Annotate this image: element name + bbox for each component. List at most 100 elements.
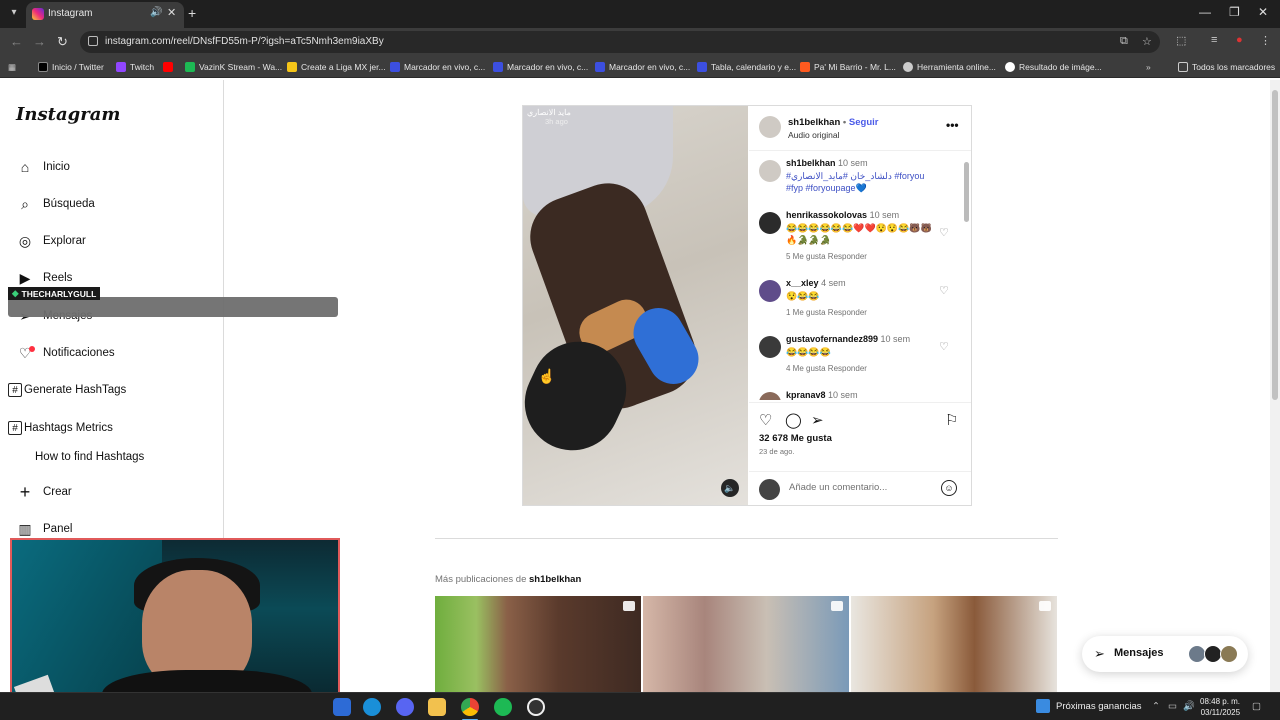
comment-input[interactable] [789,482,929,493]
likes-count[interactable]: 32 678 Me gusta [759,433,832,444]
bookmark-item[interactable]: Twitch [116,60,154,74]
obs-icon[interactable] [527,698,545,716]
volume-icon[interactable]: 🔊 [1183,701,1195,712]
tray-status-icon[interactable]: ▭ [1168,701,1177,712]
avatar[interactable] [759,212,781,234]
comment-hashtags[interactable]: #دلشاد_خان #مايد_الانصاري #foryou #fyp #… [786,171,924,193]
comments-scrollbar[interactable] [962,150,970,400]
bookmark-item[interactable]: VazinK Stream - Wa... [185,60,282,74]
avatar[interactable] [759,392,781,400]
bookmark-item[interactable]: Marcador en vivo, c... [390,60,485,74]
close-tab-icon[interactable]: ✕ [167,6,176,19]
reel-video[interactable]: مايد الانصاري 3h ago 🔈 [523,106,748,505]
back-arrow-icon[interactable]: ← [10,34,23,49]
mute-button[interactable]: 🔈 [721,479,739,497]
minimize-icon[interactable]: — [1199,5,1211,19]
like-heart-icon[interactable]: ♡ [759,411,772,429]
system-clock[interactable]: 08:48 p. m. 03/11/2025 [1200,696,1240,718]
share-send-icon[interactable]: ➢ [811,411,824,429]
emoji-icon[interactable]: ☺ [941,480,957,496]
more-bookmarks-icon[interactable]: » [1146,60,1151,74]
site-info-icon[interactable] [88,36,98,46]
menu-kebab-icon[interactable]: ⋮ [1260,34,1271,47]
bookmark-item[interactable]: Marcador en vivo, c... [595,60,690,74]
all-bookmarks-folder[interactable]: Todos los marcadores [1178,60,1275,74]
more-post-thumbnail[interactable] [851,596,1057,696]
bookmark-item[interactable]: Herramienta online... [903,60,996,74]
forward-arrow-icon[interactable]: → [33,34,46,49]
owner-header: sh1belkhan • Seguir [788,117,879,128]
comment-meta[interactable]: 1 Me gusta Responder [786,308,867,317]
instagram-logo[interactable]: Instagram [16,104,120,125]
bookmark-item[interactable]: Tabla, calendario y e... [697,60,796,74]
comments-scrollbar-thumb[interactable] [964,162,969,222]
comment-username[interactable]: sh1belkhan [786,158,836,168]
tab-search-icon[interactable]: ▾ [6,5,22,21]
bookmark-item[interactable]: Resultado de imáge... [1005,60,1102,74]
avatar[interactable] [759,160,781,182]
comment-like-heart-icon[interactable]: ♡ [939,340,949,353]
new-tab-button[interactable]: + [188,5,196,21]
url-bar[interactable]: instagram.com/reel/DNsfFD55m-P/?igsh=aTc… [80,31,1160,53]
comment-username[interactable]: x__xley [786,278,819,288]
bookmark-star-icon[interactable]: ☆ [1142,35,1152,48]
media-control-icon[interactable]: ≡ [1211,34,1217,46]
discord-icon[interactable] [396,698,414,716]
bookmark-item[interactable]: Inicio / Twitter [38,60,104,74]
avatar[interactable] [759,116,781,138]
sidebar-item-inicio[interactable]: ⌂ Inicio [16,155,70,179]
messages-floating-button[interactable]: ➢ Mensajes [1082,636,1248,672]
comment-username[interactable]: henrikassokolovas [786,210,867,220]
widget-text[interactable]: Próximas ganancias [1056,701,1142,712]
send-icon: ➢ [1094,646,1105,661]
tray-chevron-icon[interactable]: ⌃ [1152,701,1160,712]
apps-grid-icon[interactable]: ▦ [8,60,16,74]
sidebar-item-hashtags-metrics[interactable]: # Hashtags Metrics [8,416,113,440]
reload-icon[interactable]: ↻ [57,34,68,50]
chrome-icon[interactable] [461,698,479,716]
bookmark-item[interactable]: Marcador en vivo, c... [493,60,588,74]
spotify-icon[interactable] [494,698,512,716]
avatar[interactable] [759,280,781,302]
sidebar-item-notificaciones[interactable]: ♡ Notificaciones [16,341,115,365]
comment-username[interactable]: kpranav8 [786,390,826,400]
more-posts-owner[interactable]: sh1belkhan [529,574,581,585]
url-text[interactable]: instagram.com/reel/DNsfFD55m-P/?igsh=aTc… [105,36,384,47]
bookmark-item[interactable]: Create a Liga MX jer... [287,60,386,74]
taskbar-app-icon[interactable] [333,698,351,716]
comment-like-heart-icon[interactable]: ♡ [939,284,949,297]
install-app-icon[interactable]: ⧉ [1120,35,1128,48]
file-explorer-icon[interactable] [428,698,446,716]
restore-icon[interactable]: ❐ [1229,5,1240,19]
sidebar-item-busqueda[interactable]: ⌕ Búsqueda [16,192,95,216]
extensions-icon[interactable]: ⬚ [1176,34,1186,47]
avatar[interactable] [759,336,781,358]
more-post-thumbnail[interactable] [435,596,641,696]
sidebar-item-explorar[interactable]: ◎ Explorar [16,229,86,253]
comment-like-heart-icon[interactable]: ♡ [939,226,949,239]
sidebar-item-how-to-find-hashtags[interactable]: How to find Hashtags [35,445,144,469]
profile-icon[interactable]: ● [1236,34,1243,46]
comment-meta[interactable]: 4 Me gusta Responder [786,364,867,373]
comment-username[interactable]: gustavofernandez899 [786,334,878,344]
sidebar-item-generate-hashtags[interactable]: # Generate HashTags [8,378,126,402]
owner-username[interactable]: sh1belkhan [788,117,840,128]
bookmark-item[interactable]: Pa' Mi Barrio - Mr. L... [800,60,896,74]
comment-bubble-icon[interactable]: ◯ [785,411,802,429]
audio-label[interactable]: Audio original [788,130,840,140]
page-scrollbar[interactable] [1270,80,1280,692]
follow-button[interactable]: Seguir [849,117,879,128]
page-scrollbar-thumb[interactable] [1272,90,1278,400]
speaker-icon[interactable]: 🔊 [150,7,162,18]
more-post-thumbnail[interactable] [643,596,849,696]
stocks-widget-icon[interactable] [1036,699,1050,713]
notifications-icon[interactable]: ▢ [1252,701,1261,712]
close-window-icon[interactable]: ✕ [1258,5,1268,19]
browser-tab-instagram[interactable]: Instagram 🔊 ✕ [26,2,184,28]
comment-meta[interactable]: 5 Me gusta Responder [786,252,867,261]
edge-icon[interactable] [363,698,381,716]
sidebar-item-crear[interactable]: + Crear [16,480,72,504]
save-bookmark-icon[interactable]: ⚐ [945,411,958,429]
bookmark-youtube[interactable] [163,60,173,74]
more-options-icon[interactable]: ••• [946,118,959,132]
